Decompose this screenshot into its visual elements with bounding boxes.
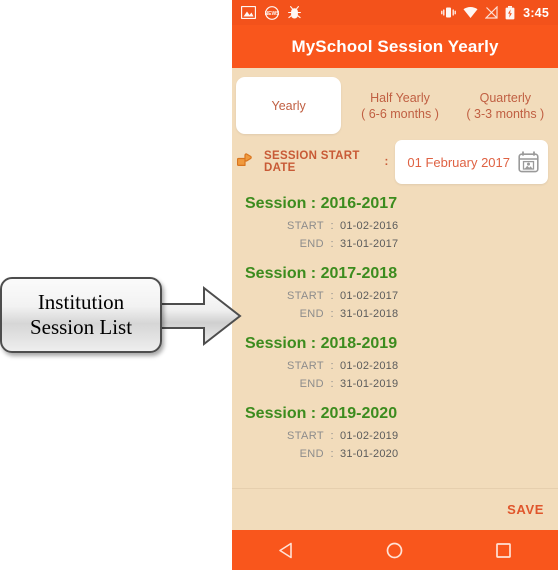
session-start-colon: :	[330, 430, 334, 442]
session-start-colon: :	[330, 290, 334, 302]
session-end-value: 31-01-2018	[340, 308, 399, 320]
tab-half-yearly[interactable]: Half Yearly ( 6-6 months )	[347, 77, 452, 134]
session-start-value: 01-02-2017	[340, 290, 399, 302]
session-end-row: END : 31-01-2018	[232, 305, 558, 323]
session-end-row: END : 31-01-2019	[232, 375, 558, 393]
list-item[interactable]: Session : 2018-2019 START : 01-02-2018 E…	[232, 335, 558, 405]
session-start-colon: :	[330, 360, 334, 372]
home-circle-icon	[387, 542, 403, 558]
tab-half-yearly-label-line1: Half Yearly	[370, 90, 430, 105]
session-end-colon: :	[330, 238, 334, 250]
session-end-colon: :	[330, 308, 334, 320]
session-start-colon: :	[330, 220, 334, 232]
session-start-label: START	[286, 220, 324, 232]
tab-quarterly-label-line1: Quarterly	[479, 90, 532, 105]
list-item[interactable]: Session : 2017-2018 START : 01-02-2017 E…	[232, 265, 558, 335]
system-navigation-bar	[232, 530, 558, 570]
tab-bar: Yearly Half Yearly ( 6-6 months ) Quarte…	[232, 68, 558, 134]
session-end-label: END	[299, 448, 324, 460]
session-start-row: START : 01-02-2016	[232, 217, 558, 235]
tab-quarterly[interactable]: Quarterly ( 3-3 months )	[453, 77, 558, 134]
session-title: Session : 2019-2020	[245, 405, 398, 422]
tab-yearly-label-line1: Yearly	[271, 98, 306, 113]
nav-home-button[interactable]	[365, 530, 425, 570]
session-list: Session : 2016-2017 START : 01-02-2016 E…	[232, 190, 558, 475]
wifi-icon	[463, 6, 478, 18]
session-title: Session : 2017-2018	[245, 265, 398, 282]
session-start-value: 01-02-2018	[340, 360, 399, 372]
session-end-value: 31-01-2019	[340, 378, 399, 390]
tab-yearly[interactable]: Yearly	[236, 77, 342, 134]
session-end-row: END : 31-01-2020	[232, 445, 558, 463]
status-bar-left-icons: NEWS	[241, 5, 441, 20]
session-start-value: 01-02-2016	[340, 220, 399, 232]
tab-half-yearly-label-line2: ( 6-6 months )	[361, 106, 439, 121]
recents-square-icon	[496, 542, 511, 558]
session-start-date-picker[interactable]: 01 February 2017	[395, 140, 548, 184]
session-end-label: END	[299, 378, 324, 390]
session-start-label: START	[286, 430, 324, 442]
bug-icon	[288, 5, 301, 18]
list-item[interactable]: Session : 2019-2020 START : 01-02-2019 E…	[232, 405, 558, 475]
nav-recents-button[interactable]	[474, 530, 534, 570]
phone-screen: NEWS 3:45 MySchool Session Yearly Yearly…	[232, 0, 558, 570]
status-bar-right-icons: 3:45	[441, 5, 549, 20]
session-start-row: START : 01-02-2017	[232, 287, 558, 305]
session-title: Session : 2016-2017	[245, 195, 398, 212]
annotation-callout: Institution Session List	[0, 277, 162, 353]
back-triangle-icon	[279, 542, 292, 558]
pointing-hand-icon	[237, 153, 252, 166]
tab-quarterly-label-line2: ( 3-3 months )	[466, 106, 545, 121]
session-start-date-row: SESSION START DATE : 01 February 2017	[232, 134, 558, 190]
session-end-colon: :	[330, 378, 334, 390]
app-bar: MySchool Session Yearly	[232, 25, 558, 68]
svg-text:NEWS: NEWS	[265, 11, 279, 17]
app-bar-title: MySchool Session Yearly	[291, 36, 499, 56]
signal-off-icon	[485, 6, 498, 19]
save-button[interactable]: SAVE	[507, 502, 544, 517]
session-end-value: 31-01-2020	[340, 448, 399, 460]
session-start-label: START	[286, 290, 324, 302]
status-bar-clock: 3:45	[523, 5, 549, 20]
nav-back-button[interactable]	[256, 530, 316, 570]
annotation-callout-label: Institution Session List	[29, 290, 133, 339]
battery-charging-icon	[505, 5, 515, 19]
status-bar: NEWS 3:45	[232, 0, 558, 25]
right-arrow-icon	[155, 285, 242, 347]
session-start-row: START : 01-02-2018	[232, 357, 558, 375]
session-start-value: 01-02-2019	[340, 430, 399, 442]
session-end-colon: :	[330, 448, 334, 460]
session-start-row: START : 01-02-2019	[232, 427, 558, 445]
list-item[interactable]: Session : 2016-2017 START : 01-02-2016 E…	[232, 195, 558, 265]
calendar-icon[interactable]	[518, 151, 539, 173]
vibrate-icon	[441, 7, 457, 18]
session-start-date-separator: :	[384, 156, 389, 168]
session-end-value: 31-01-2017	[340, 238, 399, 250]
session-start-label: START	[286, 360, 324, 372]
photo-icon	[241, 6, 256, 19]
session-start-date-value: 01 February 2017	[407, 154, 510, 170]
save-bar: SAVE	[232, 488, 558, 530]
session-end-label: END	[299, 308, 324, 320]
session-end-row: END : 31-01-2017	[232, 235, 558, 253]
session-title: Session : 2018-2019	[245, 335, 398, 352]
news-icon: NEWS	[265, 5, 279, 20]
session-end-label: END	[299, 238, 324, 250]
session-start-date-label: SESSION START DATE	[264, 150, 360, 174]
